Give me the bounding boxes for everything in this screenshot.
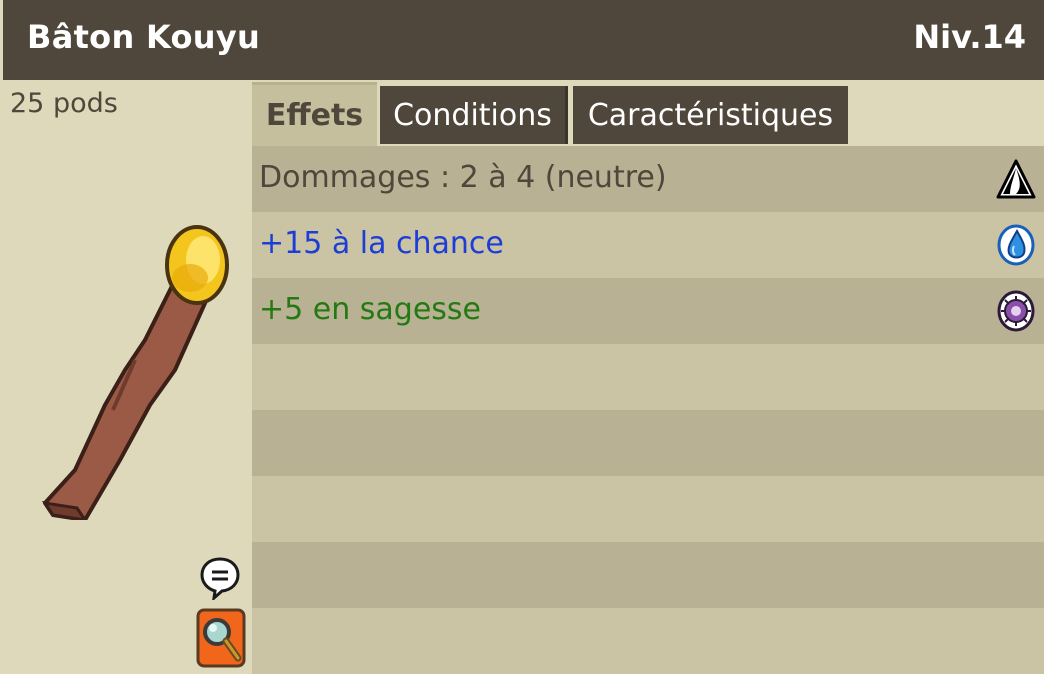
effect-row: +15 à la chance bbox=[252, 212, 1044, 278]
item-header: Bâton Kouyu Niv.14 bbox=[3, 0, 1044, 80]
effects-list: Dommages : 2 à 4 (neutre) +15 à la chanc… bbox=[252, 146, 1044, 674]
item-weight: 25 pods bbox=[10, 88, 118, 119]
tab-conditions[interactable]: Conditions bbox=[380, 86, 568, 144]
effect-wisdom-text: +5 en sagesse bbox=[259, 292, 481, 327]
water-chance-icon bbox=[997, 224, 1035, 266]
effect-damage-text: Dommages : 2 à 4 (neutre) bbox=[259, 160, 667, 195]
tab-caracteristiques[interactable]: Caractéristiques bbox=[573, 86, 848, 144]
effect-row-empty bbox=[252, 542, 1044, 608]
effect-row: +5 en sagesse bbox=[252, 278, 1044, 344]
staff-item-icon bbox=[41, 225, 229, 520]
speech-bubble-icon bbox=[200, 557, 240, 602]
inspect-button[interactable] bbox=[196, 608, 246, 668]
neutral-element-icon bbox=[996, 159, 1036, 199]
wisdom-icon bbox=[997, 290, 1035, 332]
effect-row-empty bbox=[252, 476, 1044, 542]
effect-chance-text: +15 à la chance bbox=[259, 226, 504, 261]
effect-row-empty bbox=[252, 410, 1044, 476]
item-preview-panel: 25 pods bbox=[3, 80, 252, 674]
item-tooltip-window: Bâton Kouyu Niv.14 25 pods Effets Condit… bbox=[0, 0, 1044, 674]
chat-link-button[interactable] bbox=[200, 556, 240, 602]
effect-row: Dommages : 2 à 4 (neutre) bbox=[252, 146, 1044, 212]
tab-effets[interactable]: Effets bbox=[252, 82, 377, 146]
magnifier-icon bbox=[196, 608, 246, 668]
item-name: Bâton Kouyu bbox=[27, 18, 261, 56]
effect-row-empty bbox=[252, 608, 1044, 674]
effect-row-empty bbox=[252, 344, 1044, 410]
item-level: Niv.14 bbox=[913, 18, 1026, 56]
